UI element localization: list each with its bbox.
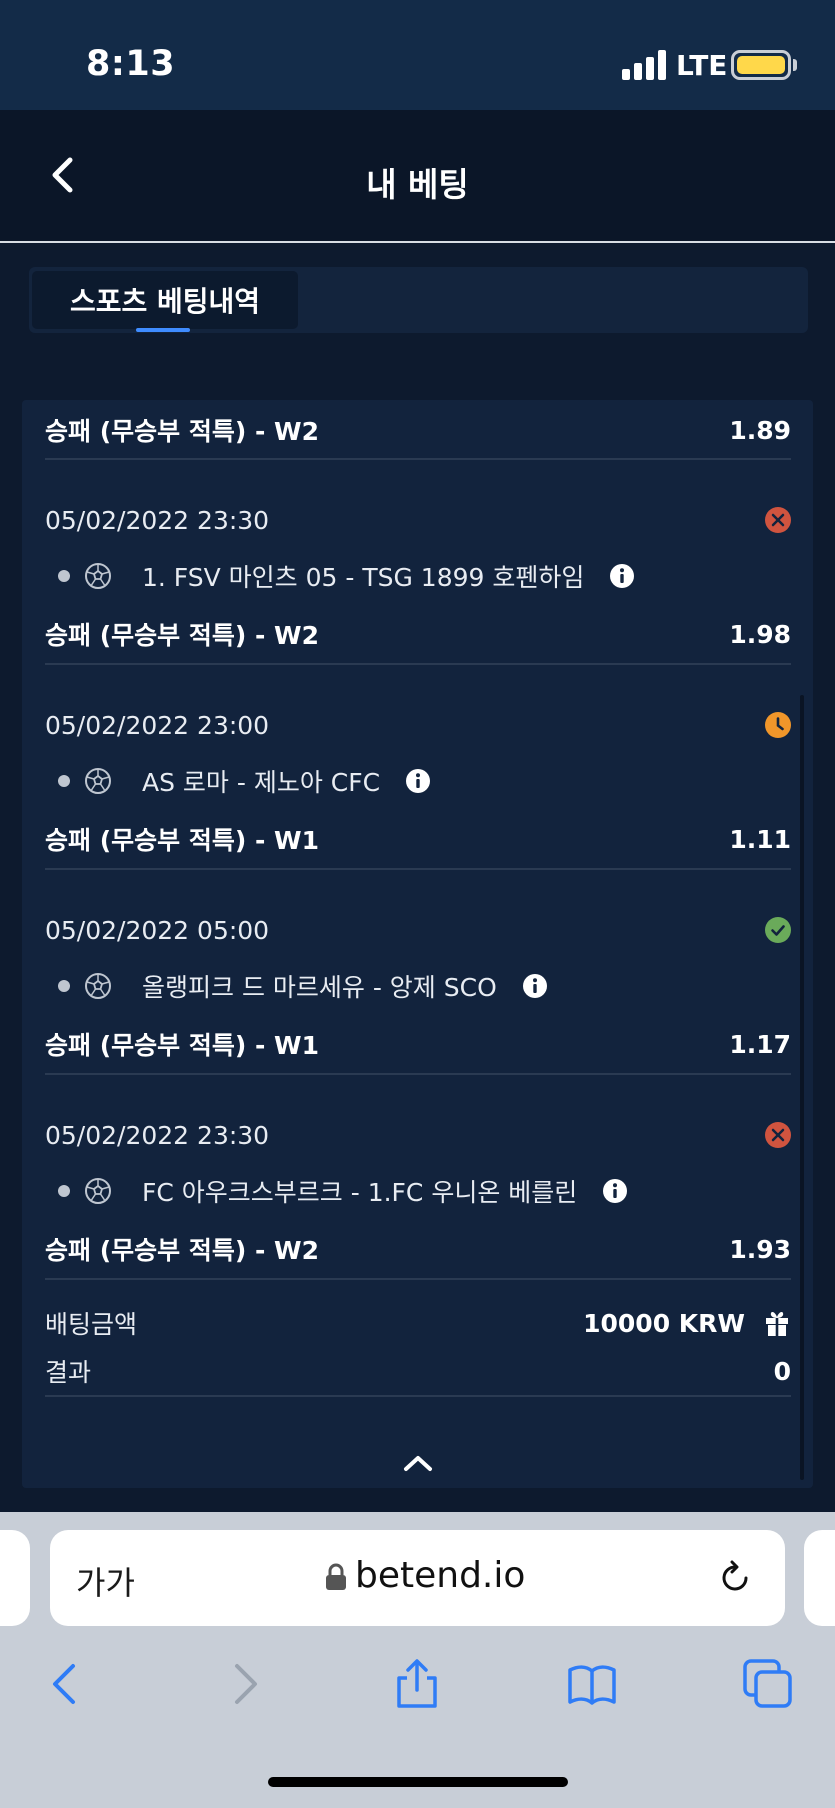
event-date: 05/02/2022 23:30 (45, 505, 270, 535)
adjacent-tab-right[interactable] (804, 1530, 835, 1626)
event-date: 05/02/2022 23:30 (45, 1120, 270, 1150)
adjacent-tab-left[interactable] (0, 1530, 30, 1626)
tab-strip: 스포츠 베팅내역 (29, 267, 808, 333)
odds-value: 1.17 (729, 1029, 791, 1059)
match-name: FC 아우크스부르크 - 1.FC 우니온 베를린 (142, 1178, 578, 1207)
market-label: 승패 (무승부 적특) - W2 (45, 417, 320, 446)
selection-match-line: 1. FSV 마인츠 05 - TSG 1899 호펜하임 (58, 558, 635, 594)
info-icon[interactable] (522, 974, 547, 998)
soccer-ball-icon (85, 768, 111, 794)
divider (45, 868, 791, 870)
stake-value: 10000 KRW (583, 1308, 745, 1338)
signal-icon (622, 50, 668, 80)
stake-label: 배팅금액 (45, 1310, 138, 1339)
stake-value-wrap: 10000 KRW (583, 1309, 791, 1338)
share-icon[interactable] (391, 1658, 443, 1710)
tabs-icon[interactable] (742, 1658, 794, 1710)
divider (45, 1278, 791, 1280)
info-icon[interactable] (406, 769, 431, 793)
info-icon[interactable] (603, 1179, 628, 1203)
lost-status-icon (765, 1122, 791, 1148)
selection-match-line: AS 로마 - 제노아 CFC (58, 763, 431, 799)
lost-status-icon (765, 507, 791, 533)
browser-back-icon[interactable] (40, 1658, 92, 1710)
soccer-ball-icon (85, 973, 111, 999)
selection-date-row: 05/02/2022 23:30 (45, 1117, 791, 1153)
chevron-up-icon[interactable] (398, 1448, 438, 1478)
odds-value: 1.93 (729, 1234, 791, 1264)
clock-status-icon (765, 712, 791, 738)
divider (45, 1073, 791, 1075)
market-label: 승패 (무승부 적특) - W1 (45, 1031, 320, 1060)
lock-icon (326, 1563, 346, 1590)
selection-market-row: 승패 (무승부 적특) - W2 1.93 (45, 1231, 791, 1267)
network-type: LTE (676, 49, 728, 82)
odds-value: 1.98 (729, 619, 791, 649)
tab-active-indicator (136, 328, 190, 332)
browser-forward-icon[interactable] (218, 1658, 270, 1710)
tab-label: 스포츠 베팅내역 (69, 285, 261, 318)
bookmarks-icon[interactable] (566, 1658, 618, 1710)
gift-icon (766, 1312, 788, 1336)
match-name: 올랭피크 드 마르세유 - 앙제 SCO (142, 973, 497, 1002)
result-value: 0 (773, 1356, 791, 1386)
market-label: 승패 (무승부 적특) - W2 (45, 621, 320, 650)
battery-icon (731, 50, 791, 80)
selection-date-row: 05/02/2022 23:00 (45, 707, 791, 743)
status-time: 8:13 (86, 44, 176, 84)
selection-date-row: 05/02/2022 05:00 (45, 912, 791, 948)
odds-value: 1.11 (729, 824, 791, 854)
bullet-dot (58, 775, 70, 787)
result-row: 결과 0 (45, 1353, 791, 1389)
selection-match-line: FC 아우크스부르크 - 1.FC 우니온 베를린 (58, 1173, 628, 1209)
selection-date-row: 05/02/2022 23:30 (45, 502, 791, 538)
result-label: 결과 (45, 1358, 92, 1387)
tab-sports-bet-history[interactable]: 스포츠 베팅내역 (32, 271, 298, 332)
selection-market-row: 승패 (무승부 적특) - W1 1.11 (45, 821, 791, 857)
match-name: 1. FSV 마인츠 05 - TSG 1899 호펜하임 (142, 563, 585, 592)
market-label: 승패 (무승부 적특) - W2 (45, 1236, 320, 1265)
reader-mode-button[interactable]: 가가 (76, 1558, 135, 1604)
check-status-icon (765, 917, 791, 943)
url-text[interactable]: betend.io (355, 1555, 525, 1596)
selection-market-row: 승패 (무승부 적특) - W2 1.89 (45, 412, 791, 448)
app-header: 내 베팅 (0, 110, 835, 243)
battery-nub (793, 59, 797, 71)
home-indicator[interactable] (268, 1777, 568, 1787)
info-icon[interactable] (610, 564, 635, 588)
selection-market-row: 승패 (무승부 적특) - W2 1.98 (45, 616, 791, 652)
divider (45, 458, 791, 460)
odds-value: 1.89 (729, 415, 791, 445)
scrollbar[interactable] (800, 695, 804, 1480)
page-title: 내 베팅 (366, 165, 469, 204)
selection-match-line: 올랭피크 드 마르세유 - 앙제 SCO (58, 968, 547, 1004)
selection-market-row: 승패 (무승부 적특) - W1 1.17 (45, 1026, 791, 1062)
event-date: 05/02/2022 23:00 (45, 710, 270, 740)
market-label: 승패 (무승부 적특) - W1 (45, 826, 320, 855)
stake-row: 배팅금액 10000 KRW (45, 1305, 791, 1341)
divider (45, 663, 791, 665)
reload-icon[interactable] (718, 1560, 754, 1596)
bullet-dot (58, 980, 70, 992)
bullet-dot (58, 1185, 70, 1197)
soccer-ball-icon (85, 1178, 111, 1204)
soccer-ball-icon (85, 563, 111, 589)
divider (45, 1395, 791, 1397)
bullet-dot (58, 570, 70, 582)
status-bar: 8:13 LTE (0, 0, 835, 110)
match-name: AS 로마 - 제노아 CFC (142, 768, 381, 797)
event-date: 05/02/2022 05:00 (45, 915, 270, 945)
